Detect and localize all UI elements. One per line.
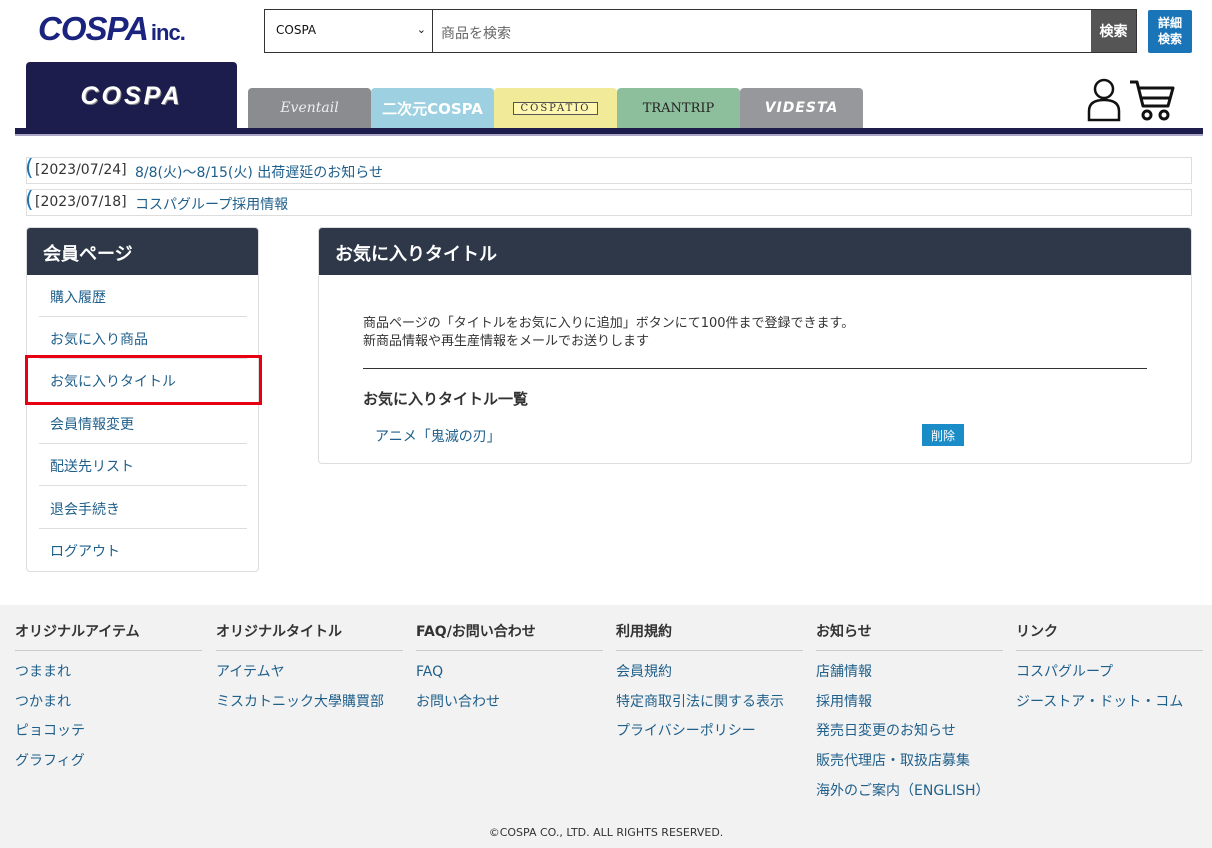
footer-link[interactable]: 会員規約 <box>616 663 803 693</box>
footer-column-links: リンク コスパグループ ジーストア・ドット・コム <box>1016 620 1203 722</box>
delete-button[interactable]: 削除 <box>922 424 964 446</box>
tab-cospa[interactable]: COSPA <box>26 62 237 130</box>
footer-link[interactable]: ピョコッテ <box>15 722 202 752</box>
footer-link[interactable]: アイテムヤ <box>216 663 403 693</box>
favorite-title-link[interactable]: アニメ「鬼滅の刃」 <box>375 426 501 446</box>
news-bracket-icon: ( <box>25 188 34 213</box>
tab-eventail[interactable]: Eventail <box>248 88 371 128</box>
footer-column-news: お知らせ 店舗情報 採用情報 発売日変更のお知らせ 販売代理店・取扱店募集 海外… <box>816 620 1003 811</box>
footer-link[interactable]: 特定商取引法に関する表示 <box>616 693 803 723</box>
favorite-titles-panel: お気に入りタイトル 商品ページの「タイトルをお気に入りに追加」ボタンにて100件… <box>318 227 1192 464</box>
footer-column-terms: 利用規約 会員規約 特定商取引法に関する表示 プライバシーポリシー <box>616 620 803 752</box>
footer-column-heading: 利用規約 <box>616 620 803 651</box>
search-category-value: COSPA <box>276 23 317 37</box>
footer-link[interactable]: 販売代理店・取扱店募集 <box>816 752 1003 782</box>
panel-description-line2: 新商品情報や再生産情報をメールでお送りします <box>363 334 650 349</box>
tab-trantrip[interactable]: TRANTRIP <box>617 88 740 128</box>
detail-search-button[interactable]: 詳細 検索 <box>1148 10 1192 53</box>
tab-eventail-label: Eventail <box>280 100 339 116</box>
footer-link[interactable]: 海外のご案内（ENGLISH） <box>816 782 1003 812</box>
user-icon[interactable] <box>1086 78 1122 126</box>
search-input[interactable]: 商品を検索 <box>441 23 511 43</box>
search-category-select[interactable]: COSPA ⌄ <box>265 10 433 52</box>
tab-nijigen-cospa[interactable]: 二次元COSPA <box>371 88 494 128</box>
tab-trantrip-label: TRANTRIP <box>642 100 715 116</box>
news-link[interactable]: 8/8(火)～8/15(火) 出荷遅延のお知らせ <box>135 162 383 182</box>
footer-link[interactable]: FAQ <box>416 663 603 693</box>
sidebar-item-member-info[interactable]: 会員情報変更 <box>39 402 247 444</box>
detail-search-line2: 検索 <box>1157 32 1182 46</box>
logo-main-text: COSPA <box>38 10 149 47</box>
footer-column-heading: オリジナルタイトル <box>216 620 403 651</box>
tab-videsta[interactable]: VIDESTA <box>740 88 863 128</box>
sidebar-item-favorite-titles[interactable]: お気に入りタイトル <box>25 355 262 405</box>
favorite-list-title: お気に入りタイトル一覧 <box>363 390 529 408</box>
header-navbar-underline <box>15 134 1203 136</box>
sidebar-item-shipping-list[interactable]: 配送先リスト <box>39 444 247 486</box>
footer: オリジナルアイテム つままれ つかまれ ピョコッテ グラフィグ オリジナルタイト… <box>0 605 1212 848</box>
footer-link[interactable]: 発売日変更のお知らせ <box>816 722 1003 752</box>
news-date: [2023/07/18] <box>35 194 127 210</box>
panel-description-line1: 商品ページの「タイトルをお気に入りに追加」ボタンにて100件まで登録できます。 <box>363 316 855 331</box>
news-item: ( [2023/07/18] コスパグループ採用情報 <box>25 188 1192 216</box>
footer-column-original-titles: オリジナルタイトル アイテムヤ ミスカトニック大學購買部 <box>216 620 403 722</box>
tab-cospatio-label: COSPATIO <box>513 101 598 115</box>
sidebar-item-favorite-products[interactable]: お気に入り商品 <box>39 317 247 359</box>
panel-description: 商品ページの「タイトルをお気に入りに追加」ボタンにて100件まで登録できます。 … <box>363 315 854 351</box>
sidebar-item-purchase-history[interactable]: 購入履歴 <box>39 275 247 317</box>
footer-link[interactable]: ジーストア・ドット・コム <box>1016 693 1203 723</box>
footer-link[interactable]: つままれ <box>15 663 202 693</box>
chevron-down-icon: ⌄ <box>416 23 426 36</box>
search-bar: COSPA ⌄ 商品を検索 検索 <box>264 9 1137 53</box>
detail-search-line1: 詳細 <box>1157 16 1182 30</box>
sidebar-item-withdraw[interactable]: 退会手続き <box>39 487 247 529</box>
search-button[interactable]: 検索 <box>1091 10 1136 52</box>
tab-videsta-label: VIDESTA <box>764 100 839 116</box>
footer-column-original-items: オリジナルアイテム つままれ つかまれ ピョコッテ グラフィグ <box>15 620 202 782</box>
tab-cospa-label: COSPA <box>80 81 183 110</box>
footer-link[interactable]: 店舗情報 <box>816 663 1003 693</box>
footer-column-faq: FAQ/お問い合わせ FAQ お問い合わせ <box>416 620 603 722</box>
copyright: ©COSPA CO., LTD. ALL RIGHTS RESERVED. <box>488 826 724 839</box>
cospa-logo[interactable]: COSPA inc. <box>38 10 186 48</box>
footer-link[interactable]: つかまれ <box>15 693 202 723</box>
cart-icon[interactable] <box>1128 78 1176 126</box>
news-bracket-icon: ( <box>25 156 34 181</box>
footer-link[interactable]: グラフィグ <box>15 752 202 782</box>
footer-link[interactable]: ミスカトニック大學購買部 <box>216 693 403 723</box>
logo-sub-text: inc. <box>150 20 186 45</box>
sidebar-item-logout[interactable]: ログアウト <box>39 529 247 571</box>
footer-column-heading: FAQ/お問い合わせ <box>416 620 603 651</box>
footer-link[interactable]: 採用情報 <box>816 693 1003 723</box>
tab-nijigen-label: 二次元COSPA <box>382 99 483 118</box>
footer-link[interactable]: プライバシーポリシー <box>616 722 803 752</box>
footer-column-heading: リンク <box>1016 620 1203 651</box>
tab-cospatio[interactable]: COSPATIO <box>494 88 617 128</box>
divider <box>363 368 1147 369</box>
footer-link[interactable]: お問い合わせ <box>416 693 603 723</box>
news-date: [2023/07/24] <box>35 162 127 178</box>
footer-link[interactable]: コスパグループ <box>1016 663 1203 693</box>
member-sidebar: 会員ページ 購入履歴 お気に入り商品 お気に入りタイトル 会員情報変更 配送先リ… <box>25 227 262 572</box>
footer-column-heading: オリジナルアイテム <box>15 620 202 651</box>
footer-column-heading: お知らせ <box>816 620 1003 651</box>
news-link[interactable]: コスパグループ採用情報 <box>135 194 288 214</box>
sidebar-heading: 会員ページ <box>27 228 258 275</box>
news-item: ( [2023/07/24] 8/8(火)～8/15(火) 出荷遅延のお知らせ <box>25 156 1192 184</box>
panel-heading: お気に入りタイトル <box>319 228 1191 275</box>
